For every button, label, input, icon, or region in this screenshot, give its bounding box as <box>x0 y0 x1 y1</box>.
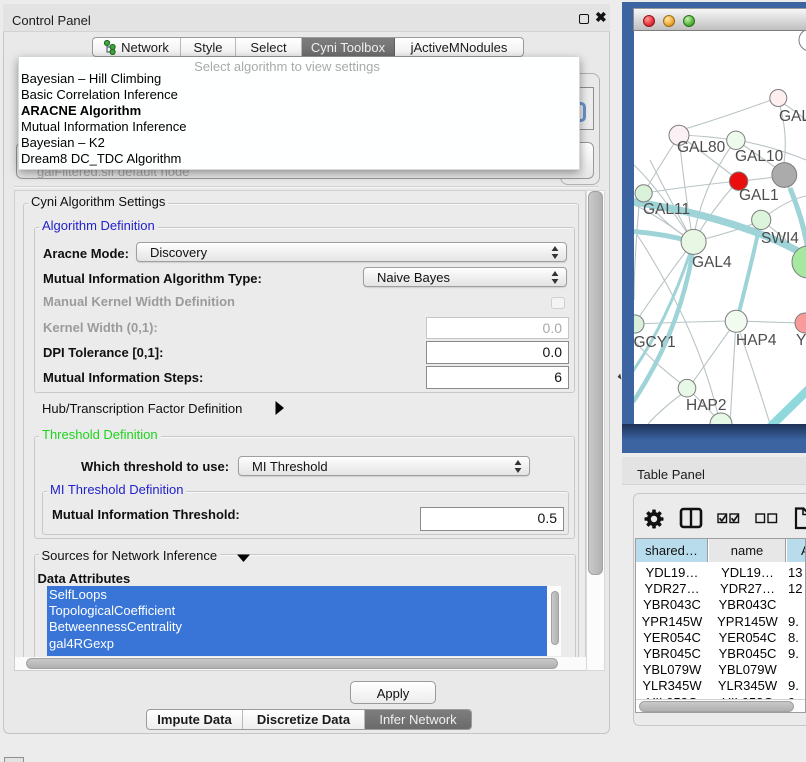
svg-text:Y: Y <box>796 332 806 349</box>
svg-text:GCY1: GCY1 <box>634 334 676 351</box>
svg-text:HAP2: HAP2 <box>686 397 727 414</box>
svg-text:HAP4: HAP4 <box>736 332 777 349</box>
svg-text:GAL10: GAL10 <box>735 148 784 165</box>
svg-text:GAL1: GAL1 <box>739 187 779 204</box>
svg-text:GAL4: GAL4 <box>692 254 732 271</box>
svg-text:GAL7: GAL7 <box>779 108 806 125</box>
svg-text:GAL80: GAL80 <box>677 139 726 156</box>
svg-text:GAL11: GAL11 <box>643 201 690 218</box>
svg-text:SWI4: SWI4 <box>761 230 799 247</box>
